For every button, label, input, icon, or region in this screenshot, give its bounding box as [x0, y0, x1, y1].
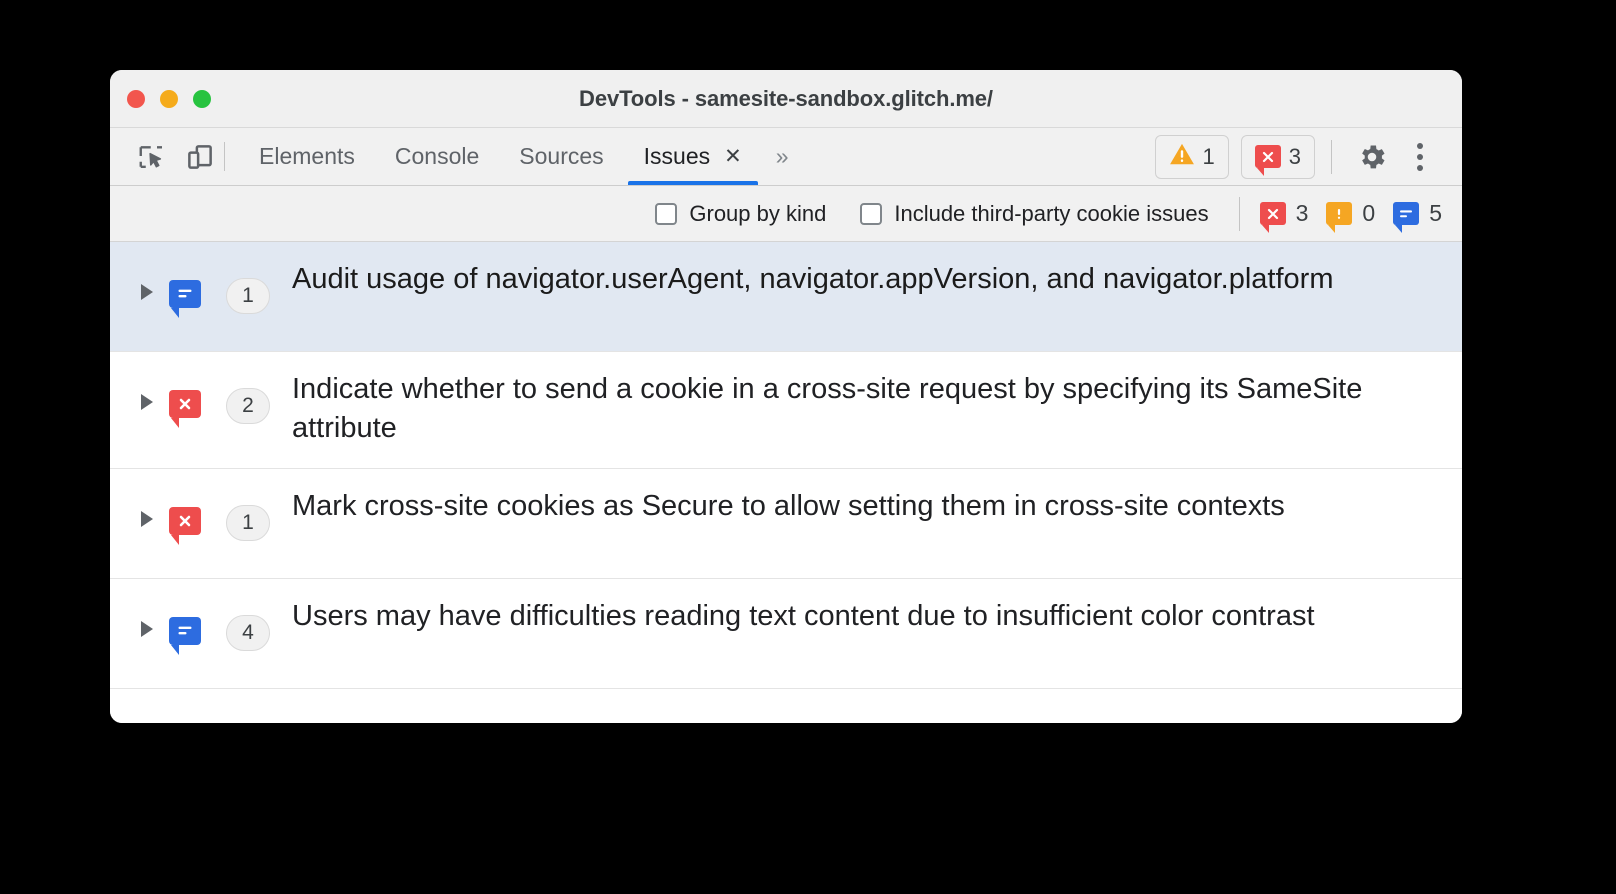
- issue-count-badge: 1: [226, 278, 270, 314]
- issue-count-badge: 2: [226, 388, 270, 424]
- issue-title: Audit usage of navigator.userAgent, navi…: [292, 263, 1334, 295]
- kebab-menu-icon[interactable]: [1396, 133, 1444, 181]
- warning-count-chip[interactable]: 1: [1154, 134, 1229, 179]
- error-count: 3: [1288, 143, 1301, 169]
- tab-elements-label: Elements: [259, 143, 355, 169]
- error-count-chip[interactable]: 3: [1240, 134, 1315, 179]
- toolbar-divider: [224, 142, 225, 171]
- checkbox-box[interactable]: [860, 202, 883, 225]
- table-row[interactable]: 1 Audit usage of navigator.userAgent, na…: [110, 242, 1462, 352]
- expand-issue-toggle[interactable]: [132, 597, 162, 638]
- issue-kind-icon: [162, 370, 208, 428]
- inspect-element-icon[interactable]: [128, 128, 176, 185]
- kebab-dots: [1417, 142, 1423, 171]
- table-row[interactable]: 4 Users may have difficulties reading te…: [110, 579, 1462, 690]
- tab-console-label: Console: [394, 143, 480, 169]
- window-traffic-lights: [127, 89, 211, 108]
- filterbar-divider: [1238, 196, 1240, 231]
- close-icon[interactable]: ✕: [724, 146, 742, 167]
- chevron-right-icon: [141, 511, 153, 528]
- tabbar-divider: [1331, 139, 1332, 174]
- error-bubble-icon: [169, 507, 201, 546]
- issue-kind-icon: [162, 260, 208, 318]
- group-by-kind-checkbox[interactable]: Group by kind: [655, 201, 826, 227]
- chevron-right-icon: [141, 284, 153, 300]
- screenshot-stage: DevTools - samesite-sandbox.glitch.me/ E…: [0, 0, 1616, 894]
- issues-filter-toolbar: Group by kind Include third-party cookie…: [110, 186, 1462, 242]
- expand-issue-toggle[interactable]: [132, 260, 162, 300]
- table-row[interactable]: 2 Indicate whether to send a cookie in a…: [110, 352, 1462, 470]
- checkbox-box[interactable]: [655, 202, 678, 225]
- warning-triangle-icon: [1169, 142, 1195, 172]
- issue-kind-icon: [162, 597, 208, 656]
- more-tabs-icon[interactable]: »: [762, 128, 803, 185]
- devtools-window: DevTools - samesite-sandbox.glitch.me/ E…: [110, 70, 1462, 723]
- info-count-group: 5: [1393, 200, 1442, 233]
- tab-sources-label: Sources: [519, 143, 604, 169]
- tab-issues[interactable]: Issues ✕: [624, 128, 762, 185]
- info-bubble-icon: [169, 280, 201, 318]
- issue-title: Users may have difficulties reading text…: [292, 600, 1315, 633]
- minimize-window-button[interactable]: [160, 89, 178, 108]
- issue-count-badge: 1: [226, 505, 270, 542]
- info-count-value: 5: [1429, 200, 1442, 226]
- table-row[interactable]: 1 Mark cross-site cookies as Secure to a…: [110, 469, 1462, 580]
- issue-title: Indicate whether to send a cookie in a c…: [292, 373, 1363, 445]
- warning-bubble-icon: [1326, 202, 1353, 233]
- tabbar-right-actions: 1 3: [1143, 128, 1463, 185]
- warning-count: 1: [1202, 143, 1215, 169]
- chevron-right-icon: [141, 621, 153, 638]
- issues-list: 1 Audit usage of navigator.userAgent, na…: [110, 242, 1462, 723]
- expand-issue-toggle[interactable]: [132, 487, 162, 528]
- info-bubble-icon: [1393, 202, 1420, 233]
- issue-count-badge: 4: [226, 615, 270, 652]
- chevron-right-icon: [141, 394, 153, 410]
- info-bubble-icon: [169, 617, 201, 656]
- issue-kind-icon: [162, 487, 208, 546]
- include-third-party-label: Include third-party cookie issues: [894, 200, 1209, 226]
- error-bubble-icon: [1259, 202, 1286, 233]
- close-window-button[interactable]: [127, 89, 145, 108]
- warning-count-group: 0: [1326, 200, 1376, 233]
- include-third-party-checkbox[interactable]: Include third-party cookie issues: [860, 200, 1209, 227]
- window-title: DevTools - samesite-sandbox.glitch.me/: [579, 85, 993, 111]
- tab-console[interactable]: Console: [375, 128, 499, 185]
- tab-sources[interactable]: Sources: [499, 128, 623, 185]
- devtools-tabbar: Elements Console Sources Issues ✕ » 1 3: [110, 128, 1462, 186]
- warning-count-value: 0: [1362, 200, 1376, 226]
- gear-icon[interactable]: [1348, 133, 1396, 181]
- error-bubble-icon: [1254, 145, 1281, 176]
- group-by-kind-label: Group by kind: [689, 200, 827, 226]
- error-bubble-icon: [169, 390, 201, 428]
- device-toolbar-icon[interactable]: [176, 128, 224, 185]
- expand-issue-toggle[interactable]: [132, 370, 162, 410]
- panel-tabs: Elements Console Sources Issues ✕ »: [239, 128, 803, 185]
- tab-issues-label: Issues: [643, 143, 711, 169]
- tab-elements[interactable]: Elements: [239, 128, 375, 185]
- issue-title: Mark cross-site cookies as Secure to all…: [292, 490, 1285, 523]
- error-count-value: 3: [1295, 200, 1309, 226]
- window-titlebar: DevTools - samesite-sandbox.glitch.me/: [110, 70, 1462, 128]
- error-count-group: 3: [1259, 200, 1309, 233]
- maximize-window-button[interactable]: [193, 89, 211, 108]
